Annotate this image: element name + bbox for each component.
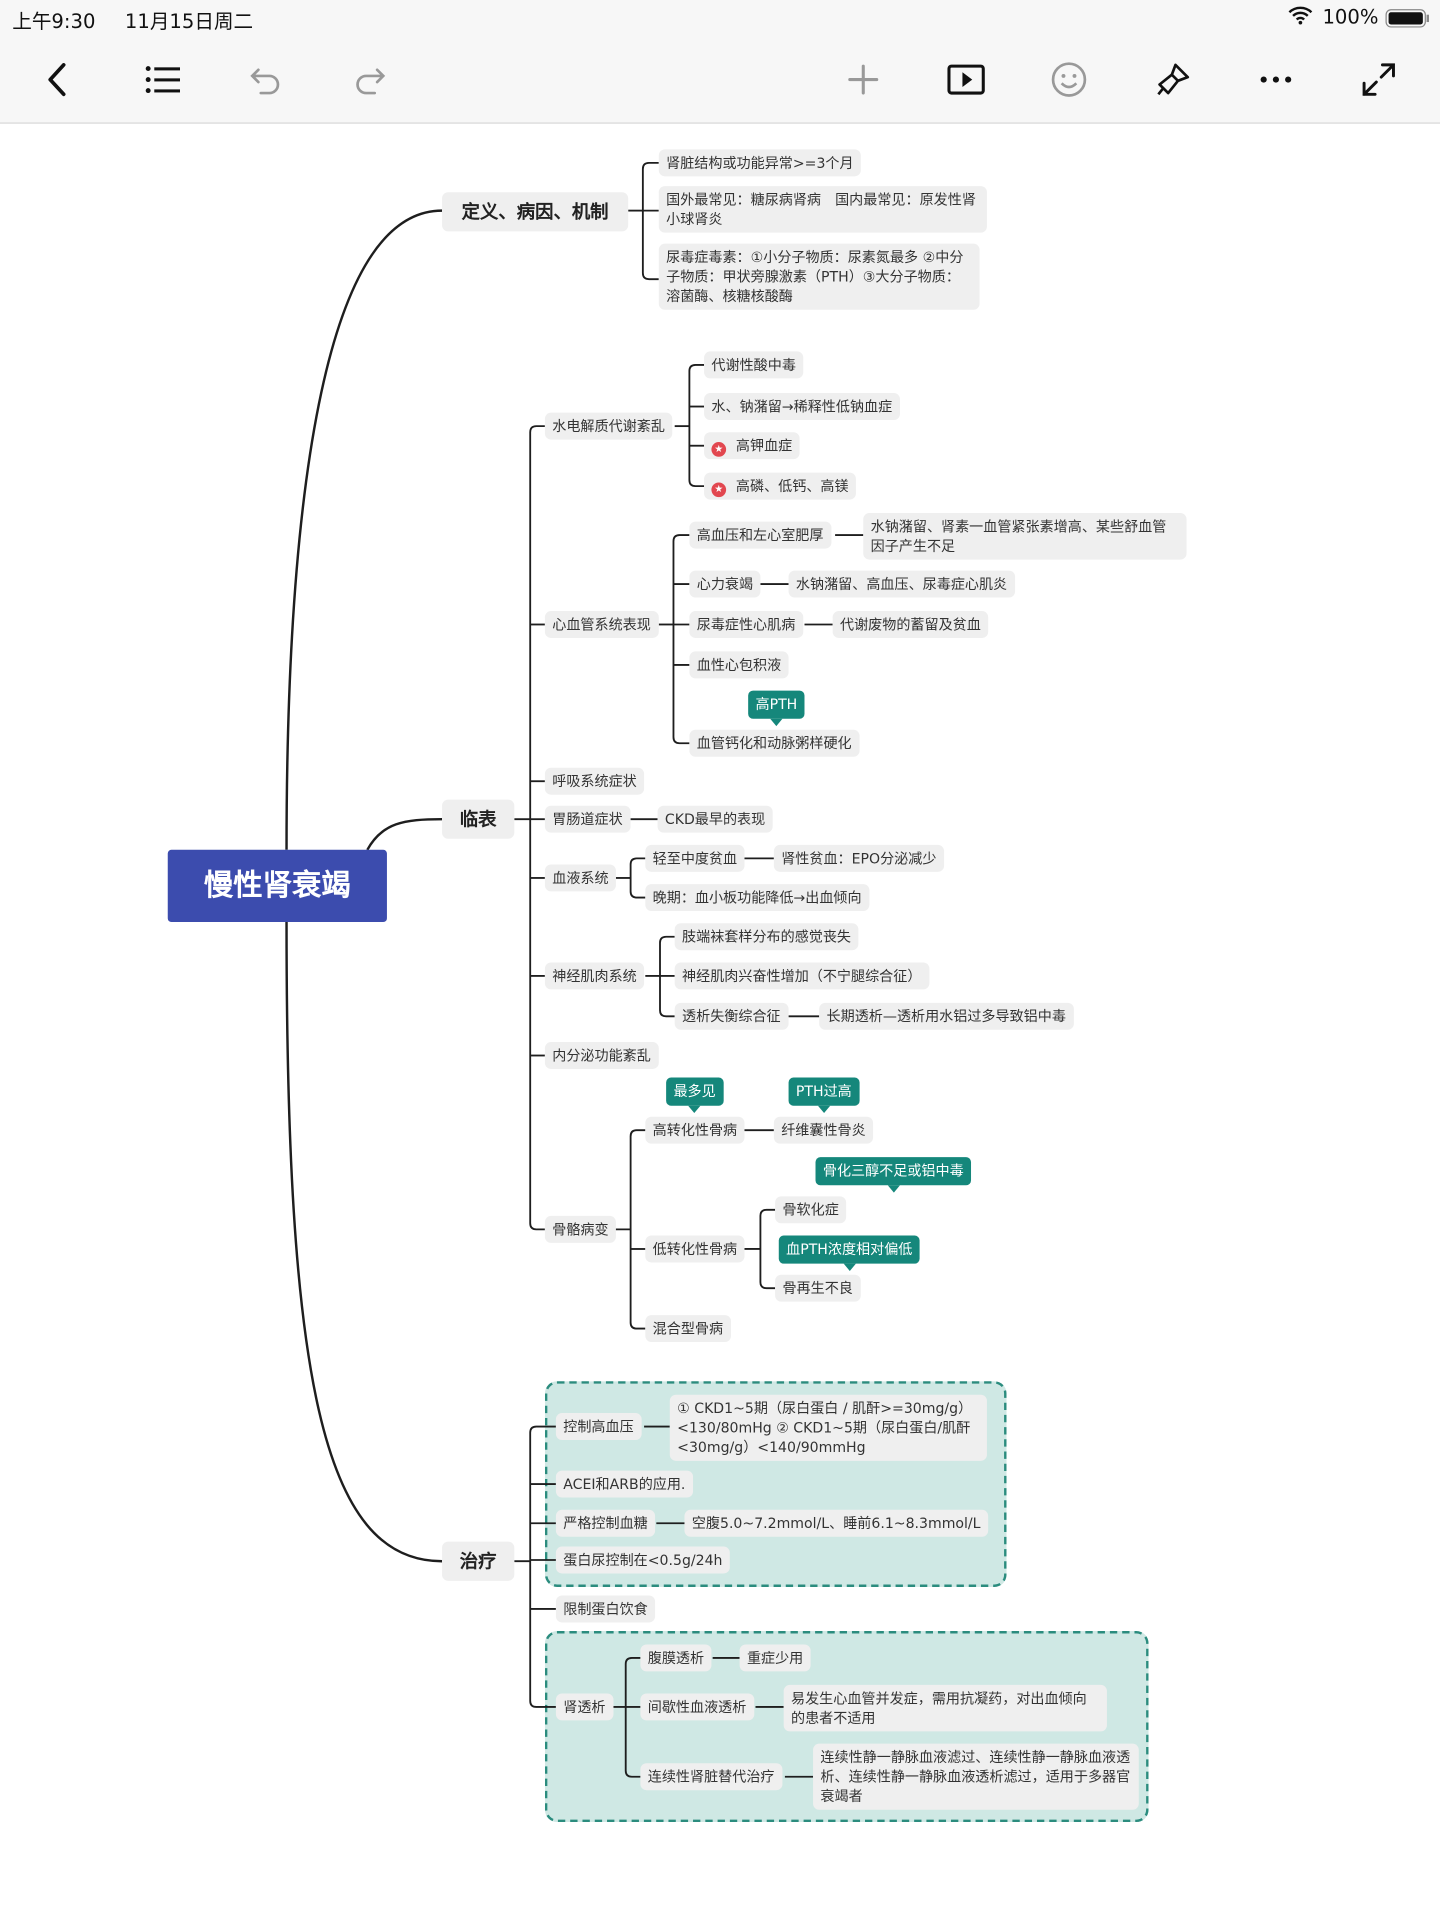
node[interactable]: 神经肌肉兴奋性增加（不宁腿综合征） bbox=[674, 962, 929, 990]
node[interactable]: 肾透析 bbox=[555, 1693, 613, 1721]
node[interactable]: 血液系统 bbox=[544, 864, 616, 892]
node[interactable]: 限制蛋白饮食 bbox=[555, 1595, 656, 1623]
node[interactable]: ① CKD1~5期（尿白蛋白 / 肌酐>=30mg/g） <130/80mHg … bbox=[669, 1394, 987, 1461]
node[interactable]: ★ 高磷、低钙、高镁 bbox=[704, 472, 856, 500]
node[interactable]: 骨再生不良 bbox=[775, 1274, 861, 1302]
node[interactable]: ACEI和ARB的应用. bbox=[555, 1470, 693, 1498]
node[interactable]: 轻至中度贫血 bbox=[645, 844, 745, 872]
bracket bbox=[688, 363, 705, 488]
node[interactable]: 腹膜透析 bbox=[640, 1644, 712, 1672]
node[interactable]: 蛋白尿控制在<0.5g/24h bbox=[555, 1546, 730, 1574]
bracket bbox=[529, 1425, 556, 1708]
node[interactable]: 代谢性酸中毒 bbox=[704, 351, 804, 379]
node[interactable]: 混合型骨病 bbox=[645, 1315, 731, 1343]
root-branch bbox=[285, 209, 443, 850]
node[interactable]: 国外最常见：糖尿病肾病 国内最常见：原发性肾小球肾炎 bbox=[658, 186, 987, 233]
node[interactable]: 内分泌功能紊乱 bbox=[544, 1042, 659, 1069]
node[interactable]: 骨骼病变 bbox=[544, 1215, 616, 1243]
star-icon: ★ bbox=[711, 482, 727, 498]
node[interactable]: CKD最早的表现 bbox=[657, 805, 773, 833]
node[interactable]: 控制高血压 bbox=[555, 1413, 642, 1441]
star-icon: ★ bbox=[711, 442, 727, 457]
node[interactable]: 肾脏结构或功能异常>=3个月 bbox=[658, 149, 861, 177]
topic-definition[interactable]: 定义、病因、机制 bbox=[442, 192, 629, 232]
node[interactable]: 水钠潴留、高血压、尿毒症心肌炎 bbox=[788, 570, 1015, 598]
node[interactable]: 长期透析—透析用水铝过多导致铝中毒 bbox=[819, 1002, 1074, 1030]
node[interactable]: 肢端袜套样分布的感觉丧失 bbox=[674, 923, 859, 951]
node[interactable]: 低转化性骨病 bbox=[645, 1235, 745, 1263]
bracket bbox=[629, 1129, 646, 1330]
node[interactable]: 心血管系统表现 bbox=[544, 611, 659, 638]
mindmap-canvas[interactable]: 上午9:30 11月15日周二 100% 慢性肾衰竭 定义、病因、机制 肾脏结构… bbox=[0, 0, 1440, 1920]
callout[interactable]: 骨化三醇不足或铝中毒 bbox=[815, 1157, 972, 1193]
node[interactable]: 尿毒症性心肌病 bbox=[689, 611, 803, 638]
node[interactable]: 高血压和左心室肥厚 bbox=[689, 521, 831, 549]
node[interactable]: 代谢废物的蓄留及贫血 bbox=[832, 611, 989, 638]
topic-clinical[interactable]: 临表 bbox=[442, 799, 515, 839]
root-branch bbox=[285, 922, 443, 1563]
node[interactable]: ★ 高钾血症 bbox=[704, 432, 800, 460]
node[interactable]: 胃肠道症状 bbox=[544, 805, 631, 833]
node[interactable]: 晚期：血小板功能降低→出血倾向 bbox=[645, 884, 869, 912]
bracket bbox=[529, 425, 545, 1231]
node[interactable]: 连续性静一静脉血液滤过、连续性静一静脉血液透析、连续性静一静脉血液透析滤过，适用… bbox=[813, 1743, 1139, 1810]
node[interactable]: 严格控制血糖 bbox=[555, 1509, 656, 1537]
node[interactable]: 重症少用 bbox=[739, 1644, 811, 1672]
node[interactable]: 纤维囊性骨炎 bbox=[773, 1116, 874, 1144]
node[interactable]: 血管钙化和动脉粥样硬化 bbox=[689, 729, 859, 757]
node[interactable]: 水电解质代谢紊乱 bbox=[544, 412, 673, 440]
node[interactable]: 高转化性骨病 bbox=[645, 1116, 745, 1144]
node[interactable]: 水钠潴留、肾素一血管紧张素增高、某些舒血管因子产生不足 bbox=[863, 513, 1187, 560]
root-branch bbox=[366, 817, 443, 851]
node[interactable]: 骨软化症 bbox=[775, 1196, 847, 1224]
node[interactable]: 连续性肾脏替代治疗 bbox=[640, 1763, 782, 1791]
bracket bbox=[629, 857, 646, 899]
node[interactable]: 易发生心血管并发症，需用抗凝药，对出血倾向的患者不适用 bbox=[783, 1684, 1107, 1732]
node[interactable]: 尿毒症毒素：①小分子物质：尿素氮最多 ②中分子物质：甲状旁腺激素（PTH）③大分… bbox=[658, 243, 980, 310]
node[interactable]: 心力衰竭 bbox=[689, 570, 761, 598]
bracket bbox=[624, 1657, 641, 1778]
bracket bbox=[641, 161, 659, 281]
topic-treatment[interactable]: 治疗 bbox=[442, 1541, 515, 1581]
callout[interactable]: 血PTH浓度相对偏低 bbox=[778, 1235, 920, 1272]
callout[interactable]: 最多见 bbox=[666, 1077, 724, 1114]
node[interactable]: 透析失衡综合征 bbox=[674, 1002, 788, 1030]
node[interactable]: 神经肌肉系统 bbox=[544, 962, 645, 990]
callout[interactable]: 高PTH bbox=[748, 690, 805, 727]
callout[interactable]: PTH过高 bbox=[788, 1077, 860, 1114]
bracket bbox=[672, 534, 690, 745]
node[interactable]: 空腹5.0~7.2mmol/L、睡前6.1~8.3mmol/L bbox=[684, 1509, 988, 1537]
bracket bbox=[759, 1208, 776, 1290]
node[interactable]: 水、钠潴留→稀释性低钠血症 bbox=[704, 393, 900, 421]
node[interactable]: 肾性贫血：EPO分泌减少 bbox=[773, 844, 944, 872]
root-topic[interactable]: 慢性肾衰竭 bbox=[167, 849, 387, 923]
node[interactable]: 呼吸系统症状 bbox=[544, 767, 645, 795]
node[interactable]: 血性心包积液 bbox=[689, 651, 789, 679]
node[interactable]: 间歇性血液透析 bbox=[640, 1693, 754, 1721]
